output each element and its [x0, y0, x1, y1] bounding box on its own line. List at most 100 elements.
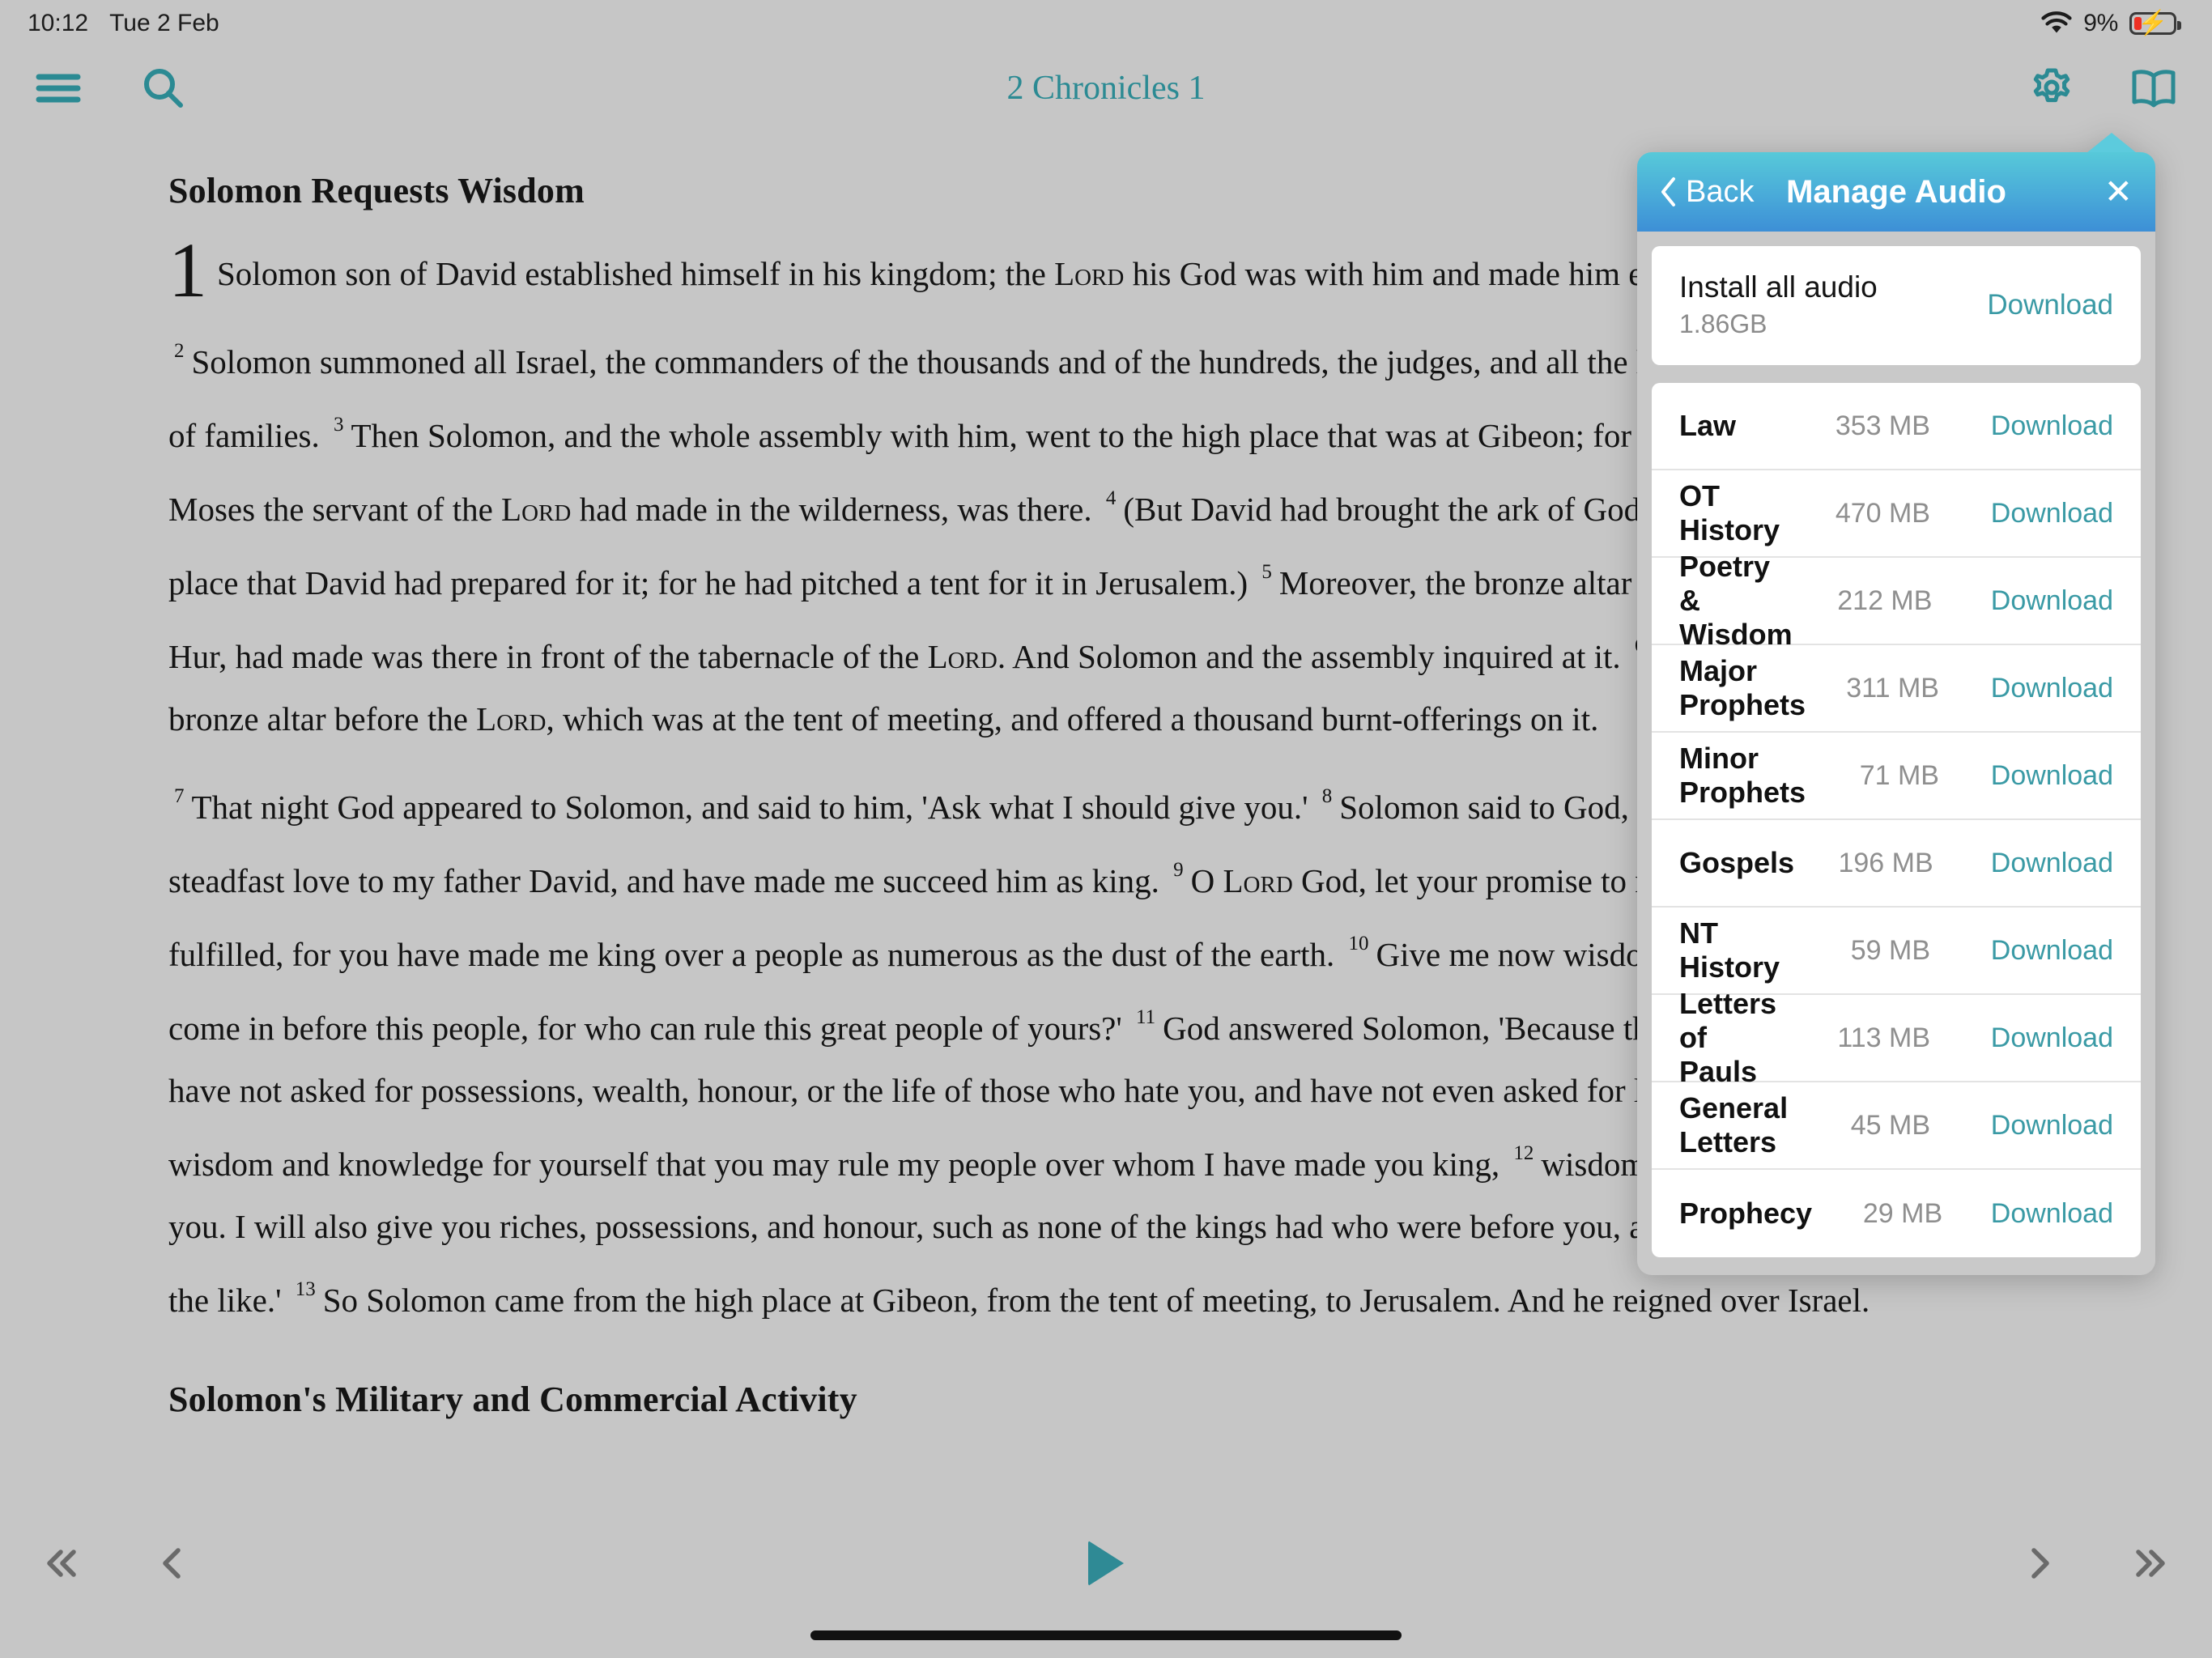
audio-category-size: 470 MB	[1835, 497, 1930, 529]
audio-category-row[interactable]: Letters of Pauls 113 MB Download	[1652, 987, 2141, 1088]
search-icon[interactable]	[133, 57, 194, 119]
close-icon[interactable]: ✕	[2104, 175, 2133, 209]
open-book-icon[interactable]	[2123, 57, 2184, 119]
audio-category-label: Minor Prophets	[1679, 742, 1806, 809]
audio-category-row[interactable]: Law 353 MB Download	[1652, 383, 2141, 470]
download-link[interactable]: Download	[1959, 498, 2113, 529]
popover-arrow	[2087, 133, 2137, 153]
audio-category-row[interactable]: Major Prophets 311 MB Download	[1652, 645, 2141, 733]
audio-category-size: 59 MB	[1850, 934, 1930, 966]
verse-text: O	[1190, 862, 1223, 899]
audio-category-row[interactable]: Poetry & Wisdom 212 MB Download	[1652, 550, 2141, 651]
audio-category-label: Poetry & Wisdom	[1679, 550, 1793, 651]
download-link[interactable]: Download	[1972, 1198, 2113, 1230]
audio-category-size: 45 MB	[1850, 1109, 1930, 1141]
verse-number: 7	[174, 785, 185, 807]
divine-name: Lord	[1054, 255, 1125, 292]
install-all-download-link[interactable]: Download	[1987, 289, 2113, 321]
audio-category-size: 353 MB	[1835, 410, 1930, 441]
divine-name: Lord	[501, 491, 572, 528]
audio-category-row[interactable]: Gospels 196 MB Download	[1652, 820, 2141, 908]
download-link[interactable]: Download	[1968, 673, 2113, 704]
verse-number: 3	[333, 414, 344, 436]
chevron-right-icon[interactable]	[2003, 1527, 2076, 1600]
top-toolbar: 2 Chronicles 1	[0, 47, 2212, 130]
double-chevron-right-icon[interactable]	[2115, 1527, 2188, 1600]
download-link[interactable]: Download	[1959, 935, 2113, 967]
verse-text: Solomon son of David established himself…	[217, 255, 1055, 292]
gear-icon[interactable]	[2021, 57, 2082, 119]
audio-category-label: Gospels	[1679, 846, 1795, 879]
home-indicator	[810, 1630, 1402, 1640]
audio-category-label: Letters of Pauls	[1679, 987, 1777, 1088]
nav-left-group	[24, 1527, 209, 1600]
verse-number: 8	[1321, 785, 1333, 807]
audio-category-row[interactable]: Prophecy 29 MB Download	[1652, 1170, 2141, 1257]
audio-category-label: OT History	[1679, 479, 1780, 546]
audio-category-row[interactable]: NT History 59 MB Download	[1652, 908, 2141, 995]
divine-name: Lord	[927, 638, 998, 675]
section-heading: Solomon's Military and Commercial Activi…	[168, 1380, 857, 1419]
chapter-dropcap: 1	[168, 227, 207, 313]
download-link[interactable]: Download	[1963, 848, 2113, 879]
audio-category-size: 71 MB	[1859, 759, 1939, 791]
verse-number: 11	[1136, 1006, 1156, 1028]
audio-category-size: 113 MB	[1837, 1022, 1930, 1053]
battery-charging-icon: ⚡	[2129, 11, 2181, 36]
popover-header: Back Manage Audio ✕	[1637, 152, 2155, 232]
audio-category-size: 29 MB	[1862, 1197, 1943, 1229]
wifi-icon	[2041, 11, 2072, 36]
verse-number: 13	[295, 1278, 316, 1300]
audio-category-row[interactable]: OT History 470 MB Download	[1652, 470, 2141, 558]
audio-category-label: NT History	[1679, 916, 1780, 984]
play-icon[interactable]	[1061, 1523, 1151, 1604]
audio-category-label: Major Prophets	[1679, 654, 1806, 721]
audio-category-size: 212 MB	[1837, 585, 1933, 616]
install-all-text: Install all audio 1.86GB	[1679, 270, 1878, 339]
popover-body: Install all audio 1.86GB Download Law 353…	[1637, 232, 2155, 1275]
status-bar-left: 10:12 Tue 2 Feb	[28, 10, 219, 37]
audio-category-label: Prophecy	[1679, 1197, 1813, 1230]
status-bar-right: 9% ⚡	[2041, 10, 2181, 37]
download-link[interactable]: Download	[1968, 760, 2113, 792]
toolbar-right-group	[2021, 57, 2184, 119]
status-date: Tue 2 Feb	[109, 10, 219, 36]
install-all-size: 1.86GB	[1679, 309, 1767, 338]
chevron-left-icon[interactable]	[136, 1527, 209, 1600]
audio-category-label: General Letters	[1679, 1091, 1789, 1158]
divine-name: Lord	[1223, 862, 1293, 899]
download-link[interactable]: Download	[1959, 1110, 2113, 1141]
install-all-audio-row[interactable]: Install all audio 1.86GB Download	[1652, 246, 2141, 365]
download-link[interactable]: Download	[1959, 410, 2113, 442]
verse-runs: Solomon son of David established himself…	[217, 255, 1872, 292]
status-time: 10:12	[28, 10, 89, 36]
audio-category-row[interactable]: General Letters 45 MB Download	[1652, 1082, 2141, 1170]
audio-category-label: Law	[1679, 409, 1737, 442]
audio-category-size: 311 MB	[1846, 672, 1939, 704]
double-chevron-left-icon[interactable]	[24, 1527, 97, 1600]
divine-name: Lord	[476, 700, 547, 738]
verse-text: , which was at the tent of meeting, and …	[546, 700, 1599, 738]
download-link[interactable]: Download	[1959, 1022, 2113, 1054]
download-link[interactable]: Download	[1961, 585, 2113, 617]
audio-category-size: 196 MB	[1838, 847, 1933, 878]
bottom-navigation-bar	[0, 1519, 2212, 1608]
back-label: Back	[1686, 174, 1755, 209]
back-button[interactable]: Back	[1660, 175, 1754, 210]
verse-number: 2	[174, 340, 185, 362]
hamburger-menu-icon[interactable]	[28, 57, 89, 119]
verse-text: So Solomon came from the high place at G…	[322, 1282, 1870, 1319]
audio-category-row[interactable]: Minor Prophets 71 MB Download	[1652, 733, 2141, 820]
chevron-left-icon	[1661, 177, 1675, 206]
toolbar-left-group	[28, 57, 194, 119]
audio-category-list: Law 353 MB Download OT History 470 MB Downloa…	[1652, 383, 2141, 1257]
page-title: 2 Chronicles 1	[1006, 70, 1206, 107]
nav-right-group	[2003, 1527, 2188, 1600]
verse-text: had made in the wilderness, was there.	[571, 491, 1100, 528]
verse-text: That night God appeared to Solomon, and …	[191, 789, 1317, 826]
verse-number: 12	[1513, 1142, 1534, 1164]
install-all-label: Install all audio	[1679, 270, 1878, 304]
manage-audio-popover: Back Manage Audio ✕ Install all audio 1.…	[1637, 133, 2155, 1275]
verse-number: 4	[1105, 487, 1117, 509]
verse-number: 9	[1173, 859, 1184, 881]
